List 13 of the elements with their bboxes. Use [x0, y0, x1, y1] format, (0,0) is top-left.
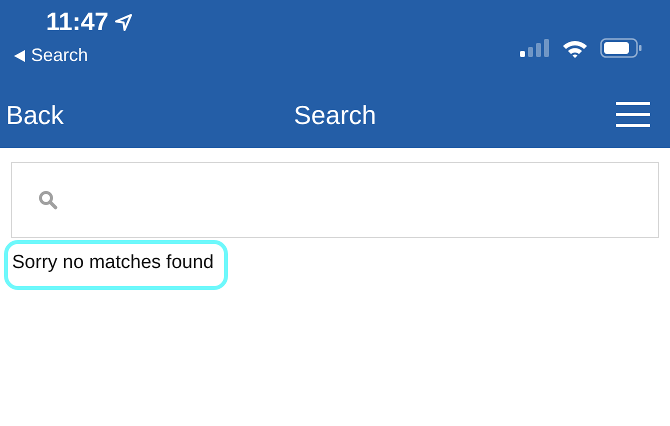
battery-icon — [600, 38, 642, 58]
menu-icon[interactable] — [616, 102, 650, 128]
back-to-app-link[interactable]: Search — [31, 45, 88, 66]
page-title: Search — [294, 100, 376, 130]
back-button[interactable]: Back — [6, 100, 64, 130]
search-field[interactable] — [11, 162, 659, 238]
clock-time: 11:47 — [46, 8, 109, 37]
location-arrow-icon — [114, 14, 132, 31]
no-results-message: Sorry no matches found — [4, 240, 228, 290]
wifi-icon — [562, 38, 588, 58]
back-triangle-icon — [14, 50, 25, 62]
search-icon — [38, 190, 58, 210]
signal-icon — [520, 38, 550, 58]
